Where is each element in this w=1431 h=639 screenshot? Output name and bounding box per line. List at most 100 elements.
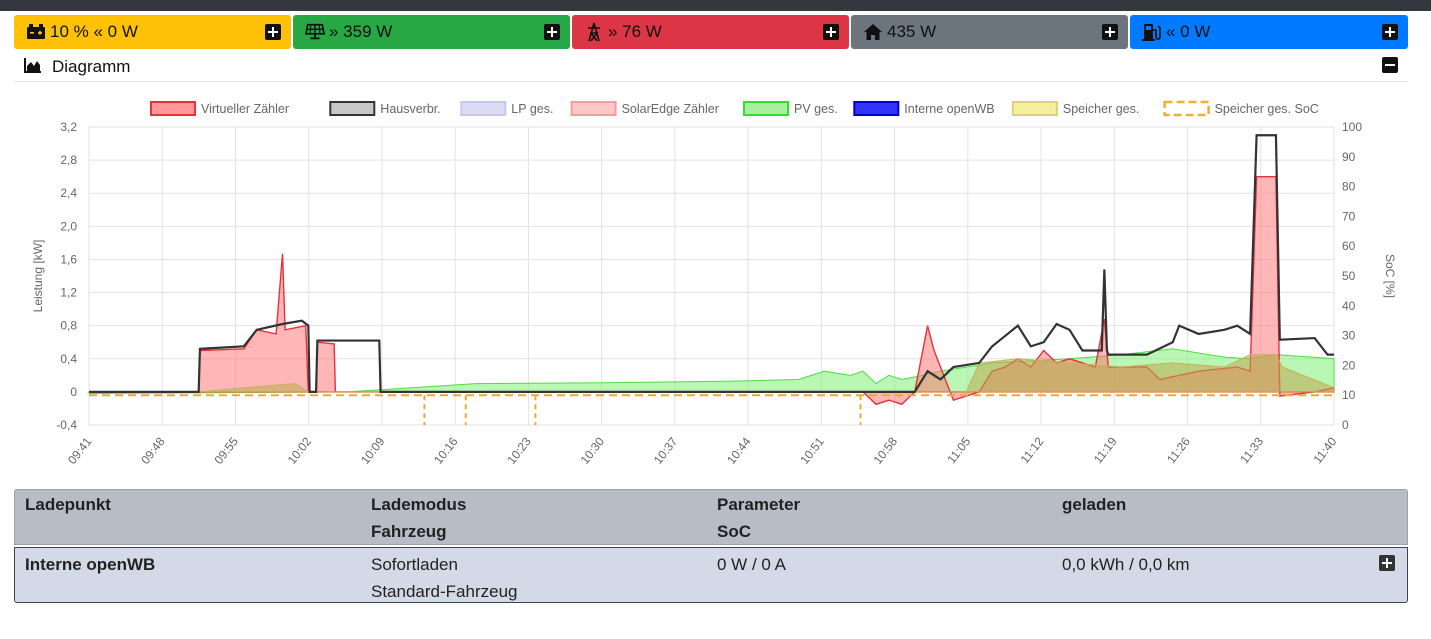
header-geladen: geladen: [1062, 495, 1127, 514]
y2-tick-label: 50: [1342, 269, 1356, 283]
collapse-diagram-icon[interactable]: [1382, 57, 1398, 78]
table-header: Ladepunkt Lademodus Fahrzeug Parameter S…: [14, 489, 1408, 545]
y2-tick-label: 100: [1342, 120, 1362, 134]
legend-swatch: [853, 101, 900, 116]
legend-label: Virtueller Zähler: [201, 102, 289, 116]
legend-label: Speicher ges. SoC: [1215, 102, 1319, 116]
legend-item[interactable]: Interne openWB: [853, 101, 995, 116]
top-bar: [0, 0, 1431, 11]
x-tick-label: 10:23: [504, 434, 534, 467]
charged-amount: 0,0 kWh / 0,0 km: [1062, 555, 1190, 574]
table-row[interactable]: Interne openWB Sofortladen Standard-Fahr…: [14, 547, 1408, 603]
y-tick-label: 3,2: [60, 120, 77, 134]
solar-panel-icon: [305, 22, 325, 42]
x-tick-label: 11:05: [944, 434, 973, 466]
y2-tick-label: 20: [1342, 358, 1356, 372]
y2-tick-label: 60: [1342, 239, 1356, 253]
vehicle: Standard-Fahrzeug: [371, 582, 518, 601]
home-icon: [863, 22, 883, 42]
y-axis-label: Leistung [kW]: [31, 240, 45, 313]
y2-tick-label: 30: [1342, 329, 1356, 343]
charging-station-icon: [1142, 22, 1162, 42]
x-tick-label: 10:37: [651, 434, 681, 467]
x-tick-label: 11:40: [1311, 434, 1340, 466]
legend-item[interactable]: SolarEdge Zähler: [570, 101, 719, 116]
expand-battery-icon[interactable]: [265, 24, 281, 40]
charge-point-name: Interne openWB: [25, 555, 156, 574]
house-value: 435 W: [887, 22, 937, 41]
y2-tick-label: 80: [1342, 180, 1356, 194]
legend-label: LP ges.: [511, 102, 553, 116]
legend-swatch: [150, 101, 196, 116]
x-tick-label: 09:41: [65, 434, 95, 467]
power-chart: 3,2 2,8 2,4 2,0 1,6 1,2 0,8 0,4 0 -0,4 100 90 80 70 60…: [14, 82, 1408, 486]
expand-charging-icon[interactable]: [1382, 24, 1398, 40]
x-tick-label: 11:33: [1237, 434, 1266, 466]
area-chart-icon: [24, 57, 42, 78]
legend-item[interactable]: Speicher ges. SoC: [1163, 100, 1319, 117]
y2-tick-label: 70: [1342, 209, 1356, 223]
x-tick-label: 11:12: [1018, 434, 1047, 466]
header-parameter: Parameter: [717, 495, 801, 514]
expand-row-icon[interactable]: [1379, 555, 1395, 576]
y-tick-label: 0: [70, 385, 77, 399]
y-tick-label: 1,2: [60, 286, 77, 300]
grid-tile[interactable]: » 76 W: [572, 15, 849, 49]
x-tick-label: 10:44: [724, 434, 754, 467]
x-tick-label: 09:48: [138, 434, 168, 467]
battery-tile[interactable]: 10 % « 0 W: [14, 15, 291, 49]
y-tick-label: 0,4: [60, 352, 77, 366]
y-tick-label: 0,8: [60, 319, 77, 333]
charging-tile[interactable]: « 0 W: [1130, 15, 1408, 49]
y2-tick-label: 40: [1342, 299, 1356, 313]
x-tick-label: 10:16: [431, 434, 461, 467]
diagram-header[interactable]: Diagramm: [14, 52, 1408, 82]
y-tick-label: 2,8: [60, 153, 77, 167]
y2-axis-label: SoC [%]: [1383, 254, 1397, 298]
legend-item[interactable]: Virtueller Zähler: [150, 101, 289, 116]
x-tick-label: 10:02: [285, 434, 315, 467]
legend-item[interactable]: LP ges.: [460, 101, 553, 116]
x-tick-label: 11:19: [1091, 434, 1120, 466]
x-tick-label: 11:26: [1164, 434, 1193, 466]
power-tower-icon: [584, 22, 604, 42]
legend-swatch: [1163, 100, 1210, 117]
y2-tick-label: 90: [1342, 150, 1356, 164]
y-tick-label: 2,0: [60, 219, 77, 233]
house-tile[interactable]: 435 W: [851, 15, 1128, 49]
x-tick-label: 10:09: [358, 434, 388, 467]
expand-pv-icon[interactable]: [544, 24, 560, 40]
diagram-title: Diagramm: [52, 57, 131, 76]
pv-value: » 359 W: [329, 22, 393, 41]
legend-swatch: [460, 101, 507, 116]
battery-icon: [26, 22, 46, 42]
x-tick-label: 09:55: [211, 434, 241, 467]
legend-item[interactable]: Hausverbr.: [329, 101, 441, 116]
charging-value: « 0 W: [1166, 22, 1211, 41]
y-tick-label: -0,4: [56, 418, 77, 432]
y-tick-label: 2,4: [60, 186, 77, 200]
legend-swatch: [743, 101, 789, 116]
header-soc: SoC: [717, 522, 751, 541]
header-fahrzeug: Fahrzeug: [371, 522, 447, 541]
expand-grid-icon[interactable]: [823, 24, 839, 40]
expand-house-icon[interactable]: [1102, 24, 1118, 40]
x-tick-label: 10:58: [871, 434, 901, 467]
y-tick-label: 1,6: [60, 252, 77, 266]
status-tiles: 10 % « 0 W » 359 W » 76 W 435 W « 0 W: [14, 15, 1408, 49]
y2-tick-label: 10: [1342, 388, 1356, 402]
grid-value: » 76 W: [608, 22, 662, 41]
legend-swatch: [570, 101, 617, 116]
x-tick-label: 10:30: [578, 434, 608, 467]
charge-mode[interactable]: Sofortladen: [371, 551, 458, 578]
x-tick-label: 10:51: [797, 434, 827, 467]
header-ladepunkt: Ladepunkt: [25, 495, 111, 514]
legend-swatch: [329, 101, 376, 116]
legend-label: PV ges.: [794, 102, 838, 116]
legend-label: Speicher ges.: [1063, 102, 1139, 116]
header-lademodus: Lademodus: [371, 495, 467, 514]
legend-item[interactable]: Speicher ges.: [1011, 101, 1139, 116]
legend-item[interactable]: PV ges.: [743, 101, 838, 116]
legend-label: SolarEdge Zähler: [622, 102, 719, 116]
pv-tile[interactable]: » 359 W: [293, 15, 570, 49]
